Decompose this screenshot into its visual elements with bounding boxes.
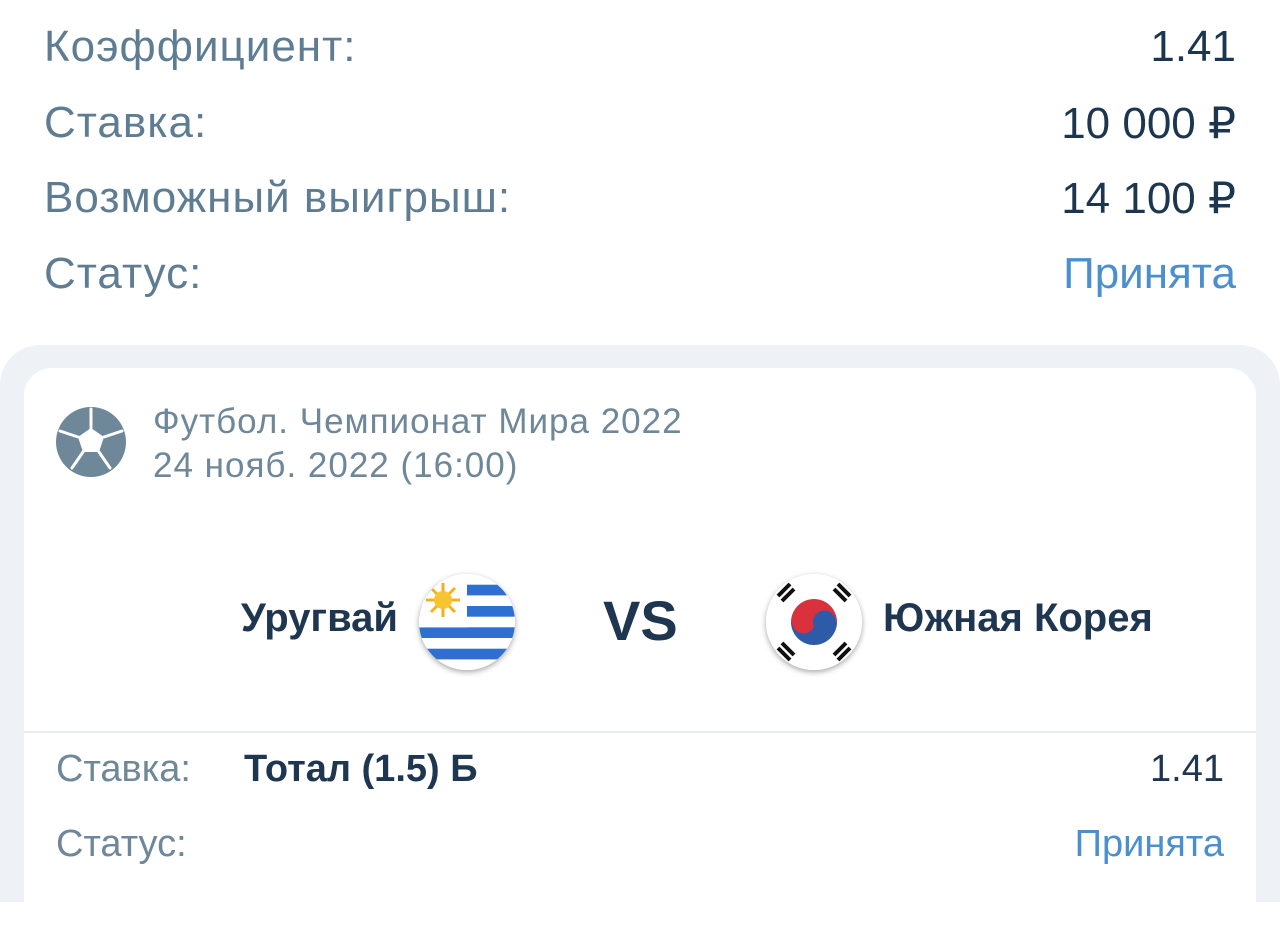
stake-value: 10 000 ₽ xyxy=(1061,99,1236,148)
soccer-ball-icon xyxy=(56,407,126,477)
bet-selection: Тотал (1.5) Б xyxy=(244,748,478,790)
odds-value: 1.41 xyxy=(1150,22,1236,71)
possible-win-label: Возможный выигрыш: xyxy=(44,173,512,222)
odds-label: Коэффициент: xyxy=(44,22,357,71)
possible-win-row: Возможный выигрыш: 14 100 ₽ xyxy=(44,173,1236,233)
status-label: Статус: xyxy=(44,249,203,298)
league-name: Футбол. Чемпионат Мира 2022 xyxy=(153,402,683,441)
versus-label: VS xyxy=(603,589,678,652)
bet-odds: 1.41 xyxy=(1150,748,1224,790)
team-home-name: Уругвай xyxy=(240,596,398,640)
team-away-name: Южная Корея xyxy=(883,596,1153,640)
bet-stake-row: Ставка: Тотал (1.5) Б 1.41 xyxy=(56,748,1224,798)
stake-row: Ставка: 10 000 ₽ xyxy=(44,98,1236,158)
bet-summary: Коэффициент: 1.41 Ставка: 10 000 ₽ Возмо… xyxy=(0,0,1280,345)
stake-label: Ставка: xyxy=(44,98,208,147)
status-value: Принята xyxy=(1063,249,1236,298)
possible-win-value: 14 100 ₽ xyxy=(1061,174,1236,223)
odds-row: Коэффициент: 1.41 xyxy=(44,22,1236,82)
bet-status-value: Принята xyxy=(1074,823,1224,865)
south-korea-flag-icon xyxy=(766,574,862,670)
bet-status-row: Статус: Принята xyxy=(56,823,1224,873)
uruguay-flag-icon xyxy=(419,574,515,670)
status-row: Статус: Принята xyxy=(44,249,1236,309)
event-date: 24 нояб. 2022 (16:00) xyxy=(153,446,519,485)
bet-stake-label: Ставка: xyxy=(56,748,191,790)
bet-status-label: Статус: xyxy=(56,823,187,865)
divider xyxy=(24,731,1256,733)
